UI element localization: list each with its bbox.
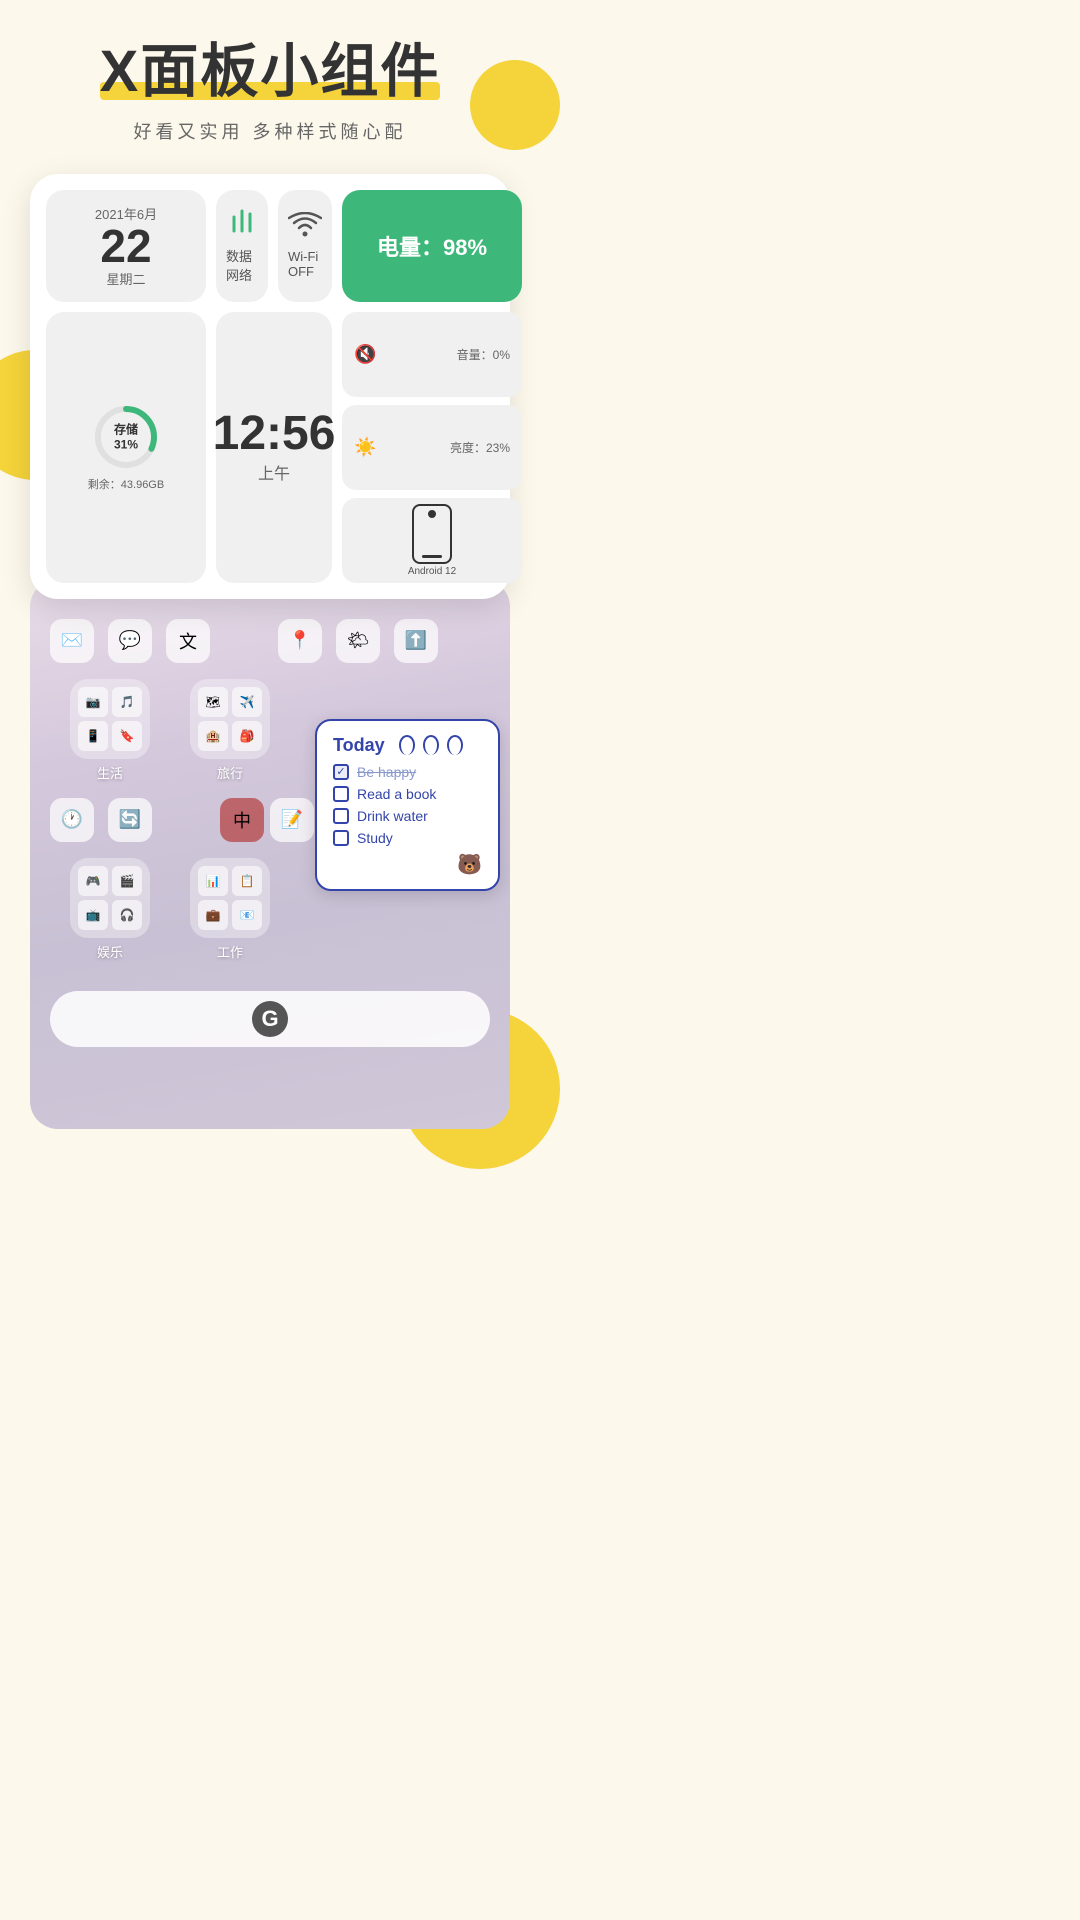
- app-icon-location[interactable]: 📍: [278, 619, 322, 663]
- clock-cell: 12:56 上午: [216, 312, 332, 583]
- today-title: Today: [333, 735, 385, 756]
- todo-checkbox-3: [333, 808, 349, 824]
- widget-panel: 2021年6月 22 星期二 数据网络: [30, 174, 510, 599]
- todo-text-2: Read a book: [357, 786, 436, 802]
- network-icon: [226, 207, 258, 242]
- wifi-cell[interactable]: Wi-Fi OFF: [278, 190, 332, 302]
- storage-percent: 存储 31%: [114, 423, 138, 452]
- battery-cell: 电量：98%: [342, 190, 522, 302]
- folder-icon-11: 📺: [78, 900, 108, 930]
- right-cells: 🔇 音量：0% ☀️ 亮度：23% Android 12: [342, 312, 522, 583]
- clock-ampm: 上午: [258, 460, 290, 484]
- folder-work[interactable]: 📊 📋 💼 📧 工作: [190, 858, 270, 961]
- app-icon-clock[interactable]: 🕐: [50, 798, 94, 842]
- todo-checkbox-1: ✓: [333, 764, 349, 780]
- date-day: 22: [100, 223, 151, 269]
- folder-travel-box: 🗺 ✈️ 🏨 🎒: [190, 679, 270, 759]
- volume-label: 音量：0%: [457, 346, 510, 363]
- todo-checkbox-4: [333, 830, 349, 846]
- folder-icon-14: 📋: [232, 866, 262, 896]
- folder-icon-1: 📷: [78, 687, 108, 717]
- phone-model-cell: Android 12: [342, 498, 522, 583]
- todo-item-1[interactable]: ✓ Be happy: [333, 764, 482, 780]
- phone-model-label: Android 12: [408, 566, 456, 577]
- volume-cell[interactable]: 🔇 音量：0%: [342, 312, 522, 397]
- folder-entertainment[interactable]: 🎮 🎬 📺 🎧 娱乐: [70, 858, 150, 961]
- folder-icon-8: 🎒: [232, 721, 262, 751]
- storage-cell: 存储 31% 剩余：43.96GB: [46, 312, 206, 583]
- todo-checkbox-2: [333, 786, 349, 802]
- folder-icon-7: 🏨: [198, 721, 228, 751]
- folder-icon-16: 📧: [232, 900, 262, 930]
- todo-item-4[interactable]: Study: [333, 830, 482, 846]
- folder-icon-13: 📊: [198, 866, 228, 896]
- ring-2: [423, 735, 439, 755]
- google-search-bar[interactable]: G: [50, 991, 490, 1047]
- header-subtitle: 好看又实用 多种样式随心配: [20, 118, 520, 144]
- folder-icon-10: 🎬: [112, 866, 142, 896]
- todo-text-3: Drink water: [357, 808, 428, 824]
- network-cell[interactable]: 数据网络: [216, 190, 268, 302]
- todo-text-1: Be happy: [357, 764, 416, 780]
- app-icon-msg[interactable]: 💬: [108, 619, 152, 663]
- folder-work-label: 工作: [217, 942, 243, 961]
- header-section: X面板小组件 好看又实用 多种样式随心配: [0, 40, 540, 144]
- date-weekday: 星期二: [106, 269, 145, 288]
- folder-icon-12: 🎧: [112, 900, 142, 930]
- battery-text: 电量：98%: [377, 230, 487, 262]
- app-icon-rotate[interactable]: 🔄: [108, 798, 152, 842]
- brightness-icon: ☀️: [354, 437, 376, 458]
- app-icon-upload[interactable]: ⬆️: [394, 619, 438, 663]
- volume-mute-icon: 🔇: [354, 344, 376, 365]
- bear-decoration: 🐻: [333, 852, 482, 877]
- folder-icon-4: 🔖: [112, 721, 142, 751]
- folder-icon-2: 🎵: [112, 687, 142, 717]
- app-title: X面板小组件: [100, 40, 441, 104]
- folder-icon-6: ✈️: [232, 687, 262, 717]
- folder-icon-15: 💼: [198, 900, 228, 930]
- app-icon-weather[interactable]: 🌤: [336, 619, 380, 663]
- app-icon-store[interactable]: 中: [220, 798, 264, 842]
- folder-ent-label: 娱乐: [97, 942, 123, 961]
- wifi-icon: [288, 212, 322, 245]
- storage-remaining: 剩余：43.96GB: [88, 476, 164, 492]
- google-g-icon: G: [252, 1001, 288, 1037]
- ring-3: [447, 735, 463, 755]
- folder-life[interactable]: 📷 🎵 📱 🔖 生活: [70, 679, 150, 782]
- network-label: 数据网络: [226, 246, 258, 284]
- folder-ent-box: 🎮 🎬 📺 🎧: [70, 858, 150, 938]
- folder-work-box: 📊 📋 💼 📧: [190, 858, 270, 938]
- app-icon-edit[interactable]: 📝: [270, 798, 314, 842]
- bg-decoration-right-top: [470, 60, 560, 150]
- today-widget: Today ✓ Be happy Read a book: [315, 719, 500, 891]
- app-icon-text[interactable]: 文: [166, 619, 210, 663]
- folder-travel[interactable]: 🗺 ✈️ 🏨 🎒 旅行: [190, 679, 270, 782]
- phone-home-bar: [422, 555, 442, 558]
- phone-area: 2021年6月 22 星期二 数据网络: [30, 174, 510, 1129]
- brightness-label: 亮度：23%: [450, 439, 510, 456]
- storage-ring: 存储 31%: [91, 402, 161, 472]
- todo-text-4: Study: [357, 830, 393, 846]
- folder-life-box: 📷 🎵 📱 🔖: [70, 679, 150, 759]
- ring-1: [399, 735, 415, 755]
- today-header: Today: [333, 735, 482, 756]
- phone-notch: [428, 510, 436, 518]
- folder-icon-5: 🗺: [198, 687, 228, 717]
- todo-item-3[interactable]: Drink water: [333, 808, 482, 824]
- folder-life-label: 生活: [97, 763, 123, 782]
- brightness-cell[interactable]: ☀️ 亮度：23%: [342, 405, 522, 490]
- wifi-label: Wi-Fi OFF: [288, 249, 322, 279]
- clock-time: 12:56: [213, 410, 336, 458]
- folder-icon-9: 🎮: [78, 866, 108, 896]
- folder-icon-3: 📱: [78, 721, 108, 751]
- phone-screenshot: ✉️ 💬 文 📍 🌤 ⬆️ 📷 🎵 📱 🔖: [30, 579, 510, 1129]
- folder-travel-label: 旅行: [217, 763, 243, 782]
- todo-item-2[interactable]: Read a book: [333, 786, 482, 802]
- date-cell: 2021年6月 22 星期二: [46, 190, 206, 302]
- phone-model-icon: [412, 504, 452, 564]
- app-icon-mail[interactable]: ✉️: [50, 619, 94, 663]
